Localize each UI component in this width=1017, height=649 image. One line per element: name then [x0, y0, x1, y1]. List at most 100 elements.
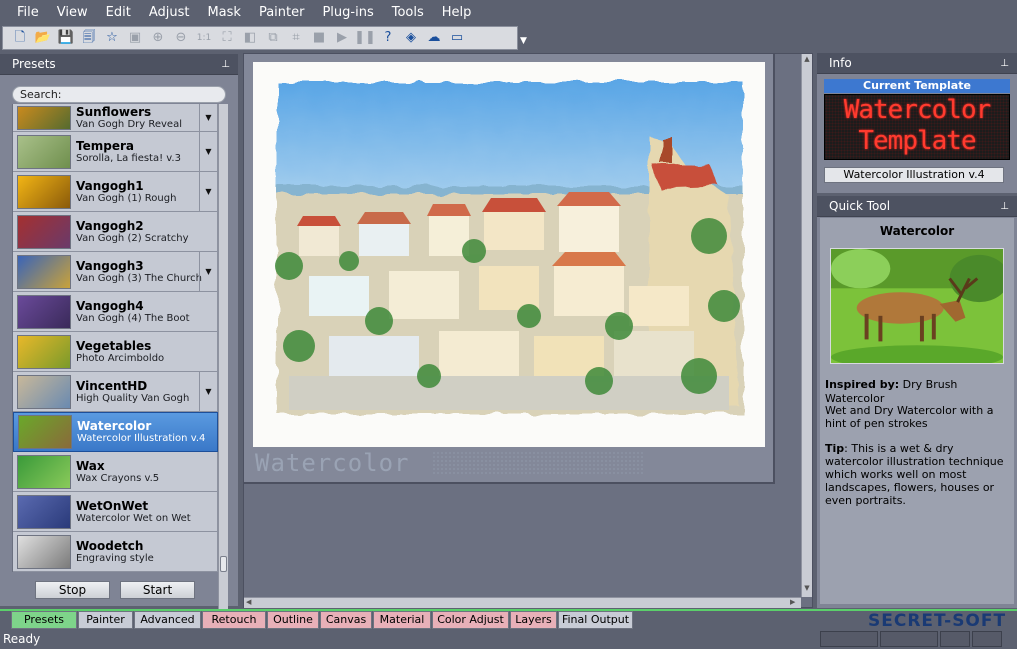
pin-icon[interactable]: ⊥ [1000, 196, 1009, 217]
painted-image[interactable] [269, 76, 749, 426]
preset-text: WetOnWet Watercolor Wet on Wet [76, 499, 191, 525]
led-line-1: Watercolor [843, 95, 992, 125]
preset-subtitle: Van Gogh (4) The Boot [76, 312, 190, 324]
zoom-out-icon[interactable]: ⊖ [172, 29, 190, 47]
preset-thumbnail [17, 454, 71, 489]
menu-adjust[interactable]: Adjust [140, 0, 199, 25]
fullscreen-icon[interactable]: ▭ [448, 29, 466, 47]
preset-item-vangogh4[interactable]: Vangogh4 Van Gogh (4) The Boot [13, 292, 218, 332]
menu-tools[interactable]: Tools [383, 0, 433, 25]
tab-painter[interactable]: Painter [78, 611, 133, 629]
preset-dropdown-arrow-icon[interactable]: ▼ [199, 172, 217, 211]
menu-help[interactable]: Help [433, 0, 481, 25]
canvas-vertical-scrollbar[interactable]: ▲ ▼ [801, 54, 812, 597]
tab-advanced[interactable]: Advanced [134, 611, 201, 629]
preset-item-vangogh1[interactable]: Vangogh1 Van Gogh (1) Rough ▼ [13, 172, 218, 212]
preset-thumbnail [17, 294, 71, 329]
play-icon[interactable]: ▶ [333, 29, 351, 47]
open-icon[interactable]: 📂 [34, 29, 52, 47]
menu-plugins[interactable]: Plug-ins [313, 0, 382, 25]
tab-outline[interactable]: Outline [267, 611, 319, 629]
copy-icon[interactable]: ⧉ [264, 29, 282, 47]
tab-color-adjust[interactable]: Color Adjust [432, 611, 509, 629]
menu-mask[interactable]: Mask [198, 0, 249, 25]
zoom-in-icon[interactable]: ⊕ [149, 29, 167, 47]
tab-final-output[interactable]: Final Output [558, 611, 633, 629]
canvas-horizontal-scrollbar[interactable]: ◀ ▶ [244, 597, 801, 608]
stop-icon[interactable]: ■ [310, 29, 328, 47]
presets-scrollbar[interactable] [218, 104, 228, 624]
favorite-star-icon[interactable]: ☆ [103, 29, 121, 47]
preset-thumbnail [17, 534, 71, 569]
preset-dropdown-arrow-icon[interactable]: ▼ [199, 372, 217, 411]
menu-view[interactable]: View [48, 0, 97, 25]
preset-subtitle: Van Gogh (2) Scratchy [76, 232, 189, 244]
preset-item-wax[interactable]: Wax Wax Crayons v.5 [13, 452, 218, 492]
tab-canvas[interactable]: Canvas [320, 611, 372, 629]
canvas-caption-led-dots [432, 451, 644, 475]
tab-layers[interactable]: Layers [510, 611, 557, 629]
preset-thumbnail [17, 214, 71, 249]
search-input[interactable] [13, 87, 225, 102]
quick-tool-header: Quick Tool ⊥ [817, 196, 1017, 217]
menu-edit[interactable]: Edit [97, 0, 140, 25]
scroll-up-arrow-icon[interactable]: ▲ [803, 55, 811, 63]
preset-dropdown-arrow-icon[interactable]: ▼ [199, 132, 217, 171]
new-icon[interactable]: 🗋 [11, 29, 29, 47]
quick-tool-description: Wet and Dry Watercolor with a hint of pe… [825, 404, 994, 430]
preset-item-vangogh3[interactable]: Vangogh3 Van Gogh (3) The Church ▼ [13, 252, 218, 292]
stop-button[interactable]: Stop [35, 581, 110, 599]
preset-text: VincentHD High Quality Van Gogh [76, 379, 189, 405]
status-text: Ready [3, 632, 41, 646]
toolbar-overflow-chevron-icon[interactable]: ▼ [520, 36, 527, 46]
menu-file[interactable]: File [8, 0, 48, 25]
pause-icon[interactable]: ❚❚ [354, 29, 376, 47]
actual-size-icon[interactable]: 1:1 [195, 29, 213, 47]
preset-subtitle: Wax Crayons v.5 [76, 472, 160, 484]
tab-material[interactable]: Material [373, 611, 431, 629]
preset-item-vincenthd[interactable]: VincentHD High Quality Van Gogh ▼ [13, 372, 218, 412]
start-button[interactable]: Start [120, 581, 195, 599]
scroll-down-arrow-icon[interactable]: ▼ [803, 584, 811, 592]
preset-text: Watercolor Watercolor Illustration v.4 [77, 419, 205, 445]
presets-panel-header: Presets ⊥ [0, 54, 238, 75]
canvas-area: Watercolor ▲ ▼ ◀ ▶ [243, 53, 813, 608]
menu-painter[interactable]: Painter [250, 0, 314, 25]
fit-window-icon[interactable]: ⛶ [218, 29, 236, 47]
status-cell [940, 631, 970, 647]
preset-item-vegetables[interactable]: Vegetables Photo Arcimboldo [13, 332, 218, 372]
tip-label: Tip [825, 442, 845, 455]
save-icon[interactable]: 💾 [57, 29, 75, 47]
preset-dropdown-arrow-icon[interactable]: ▼ [199, 252, 217, 291]
pin-icon[interactable]: ⊥ [221, 54, 230, 75]
preset-item-wetonwet[interactable]: WetOnWet Watercolor Wet on Wet [13, 492, 218, 532]
help-icon[interactable]: ? [379, 29, 397, 47]
preset-text: Vangogh4 Van Gogh (4) The Boot [76, 299, 190, 325]
cloud-download-icon[interactable]: ☁ [425, 29, 443, 47]
save-as-icon[interactable]: 🗐 [80, 29, 98, 47]
status-cell [972, 631, 1002, 647]
status-bar: Ready [0, 630, 1017, 649]
preset-subtitle: High Quality Van Gogh [76, 392, 190, 404]
tab-retouch[interactable]: Retouch [202, 611, 266, 629]
scroll-left-arrow-icon[interactable]: ◀ [246, 598, 251, 606]
preset-item-vangogh2[interactable]: Vangogh2 Van Gogh (2) Scratchy [13, 212, 218, 252]
pin-icon[interactable]: ⊥ [1000, 53, 1009, 74]
eraser-icon[interactable]: ◈ [402, 29, 420, 47]
preset-item-tempera[interactable]: Tempera Sorolla, La fiesta! v.3 ▼ [13, 132, 218, 172]
canvas-caption: Watercolor [255, 449, 410, 477]
compare-icon[interactable]: ◧ [241, 29, 259, 47]
preset-item-woodetch[interactable]: Woodetch Engraving style [13, 532, 218, 572]
preset-dropdown-arrow-icon[interactable]: ▼ [199, 104, 217, 131]
preset-name: Vegetables [76, 338, 152, 353]
preset-name: Watercolor [77, 419, 152, 433]
scroll-right-arrow-icon[interactable]: ▶ [790, 598, 795, 606]
canvas-paper [253, 62, 765, 447]
crop-icon[interactable]: ⌗ [287, 29, 305, 47]
camera-icon[interactable]: ▣ [126, 29, 144, 47]
preset-item-watercolor[interactable]: Watercolor Watercolor Illustration v.4 [13, 412, 218, 452]
preset-name: Wax [76, 458, 105, 473]
presets-scrollbar-thumb[interactable] [220, 556, 227, 572]
tab-presets[interactable]: Presets [11, 611, 77, 629]
preset-item-sunflowers[interactable]: Sunflowers Van Gogh Dry Reveal ▼ [13, 104, 218, 132]
